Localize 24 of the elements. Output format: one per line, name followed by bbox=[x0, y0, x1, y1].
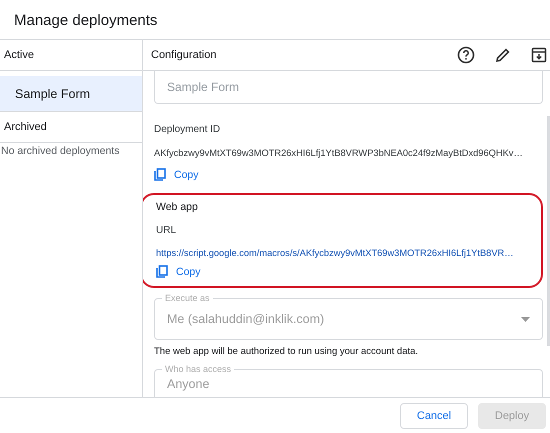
dialog-title: Manage deployments bbox=[0, 0, 550, 40]
dialog-button[interactable]: Cancel bbox=[400, 402, 468, 428]
field-label: Who has access bbox=[162, 363, 234, 376]
archive-icon[interactable] bbox=[531, 47, 547, 63]
section-heading: Web app bbox=[156, 201, 199, 214]
section-heading: Configuration bbox=[151, 49, 216, 61]
deployment-item[interactable]: Sample Form bbox=[0, 76, 142, 112]
field-label: Execute as bbox=[162, 292, 213, 304]
edit-icon[interactable] bbox=[495, 47, 511, 63]
description-field[interactable]: Sample Form bbox=[154, 71, 543, 104]
url-link[interactable]: https://script.google.com/macros/s/AKfycbzwy9vMtXT69w3MOTR26xHI6Lfj1YtB8VR… bbox=[156, 247, 514, 260]
copy-button[interactable]: Copy bbox=[154, 168, 199, 182]
section-heading: Active bbox=[4, 49, 34, 61]
help-icon[interactable] bbox=[457, 46, 475, 64]
empty-message: No archived deployments bbox=[0, 144, 120, 157]
deployment-id: AKfycbzwy9vMtXT69w3MOTR26xHI6Lfj1YtB8VRWP3bNEA0c24f9zMayBtDxd96QHKv… bbox=[154, 147, 524, 160]
copy-button[interactable]: Copy bbox=[156, 265, 201, 278]
section-heading: Archived bbox=[4, 121, 47, 133]
dropdown-icon bbox=[521, 316, 530, 322]
field-label: URL bbox=[156, 225, 178, 236]
copy-icon bbox=[156, 265, 168, 278]
copy-icon bbox=[154, 168, 166, 182]
helper-text: The web app will be authorized to run using your account data. bbox=[154, 346, 420, 358]
field-label: Deployment ID bbox=[154, 124, 222, 135]
